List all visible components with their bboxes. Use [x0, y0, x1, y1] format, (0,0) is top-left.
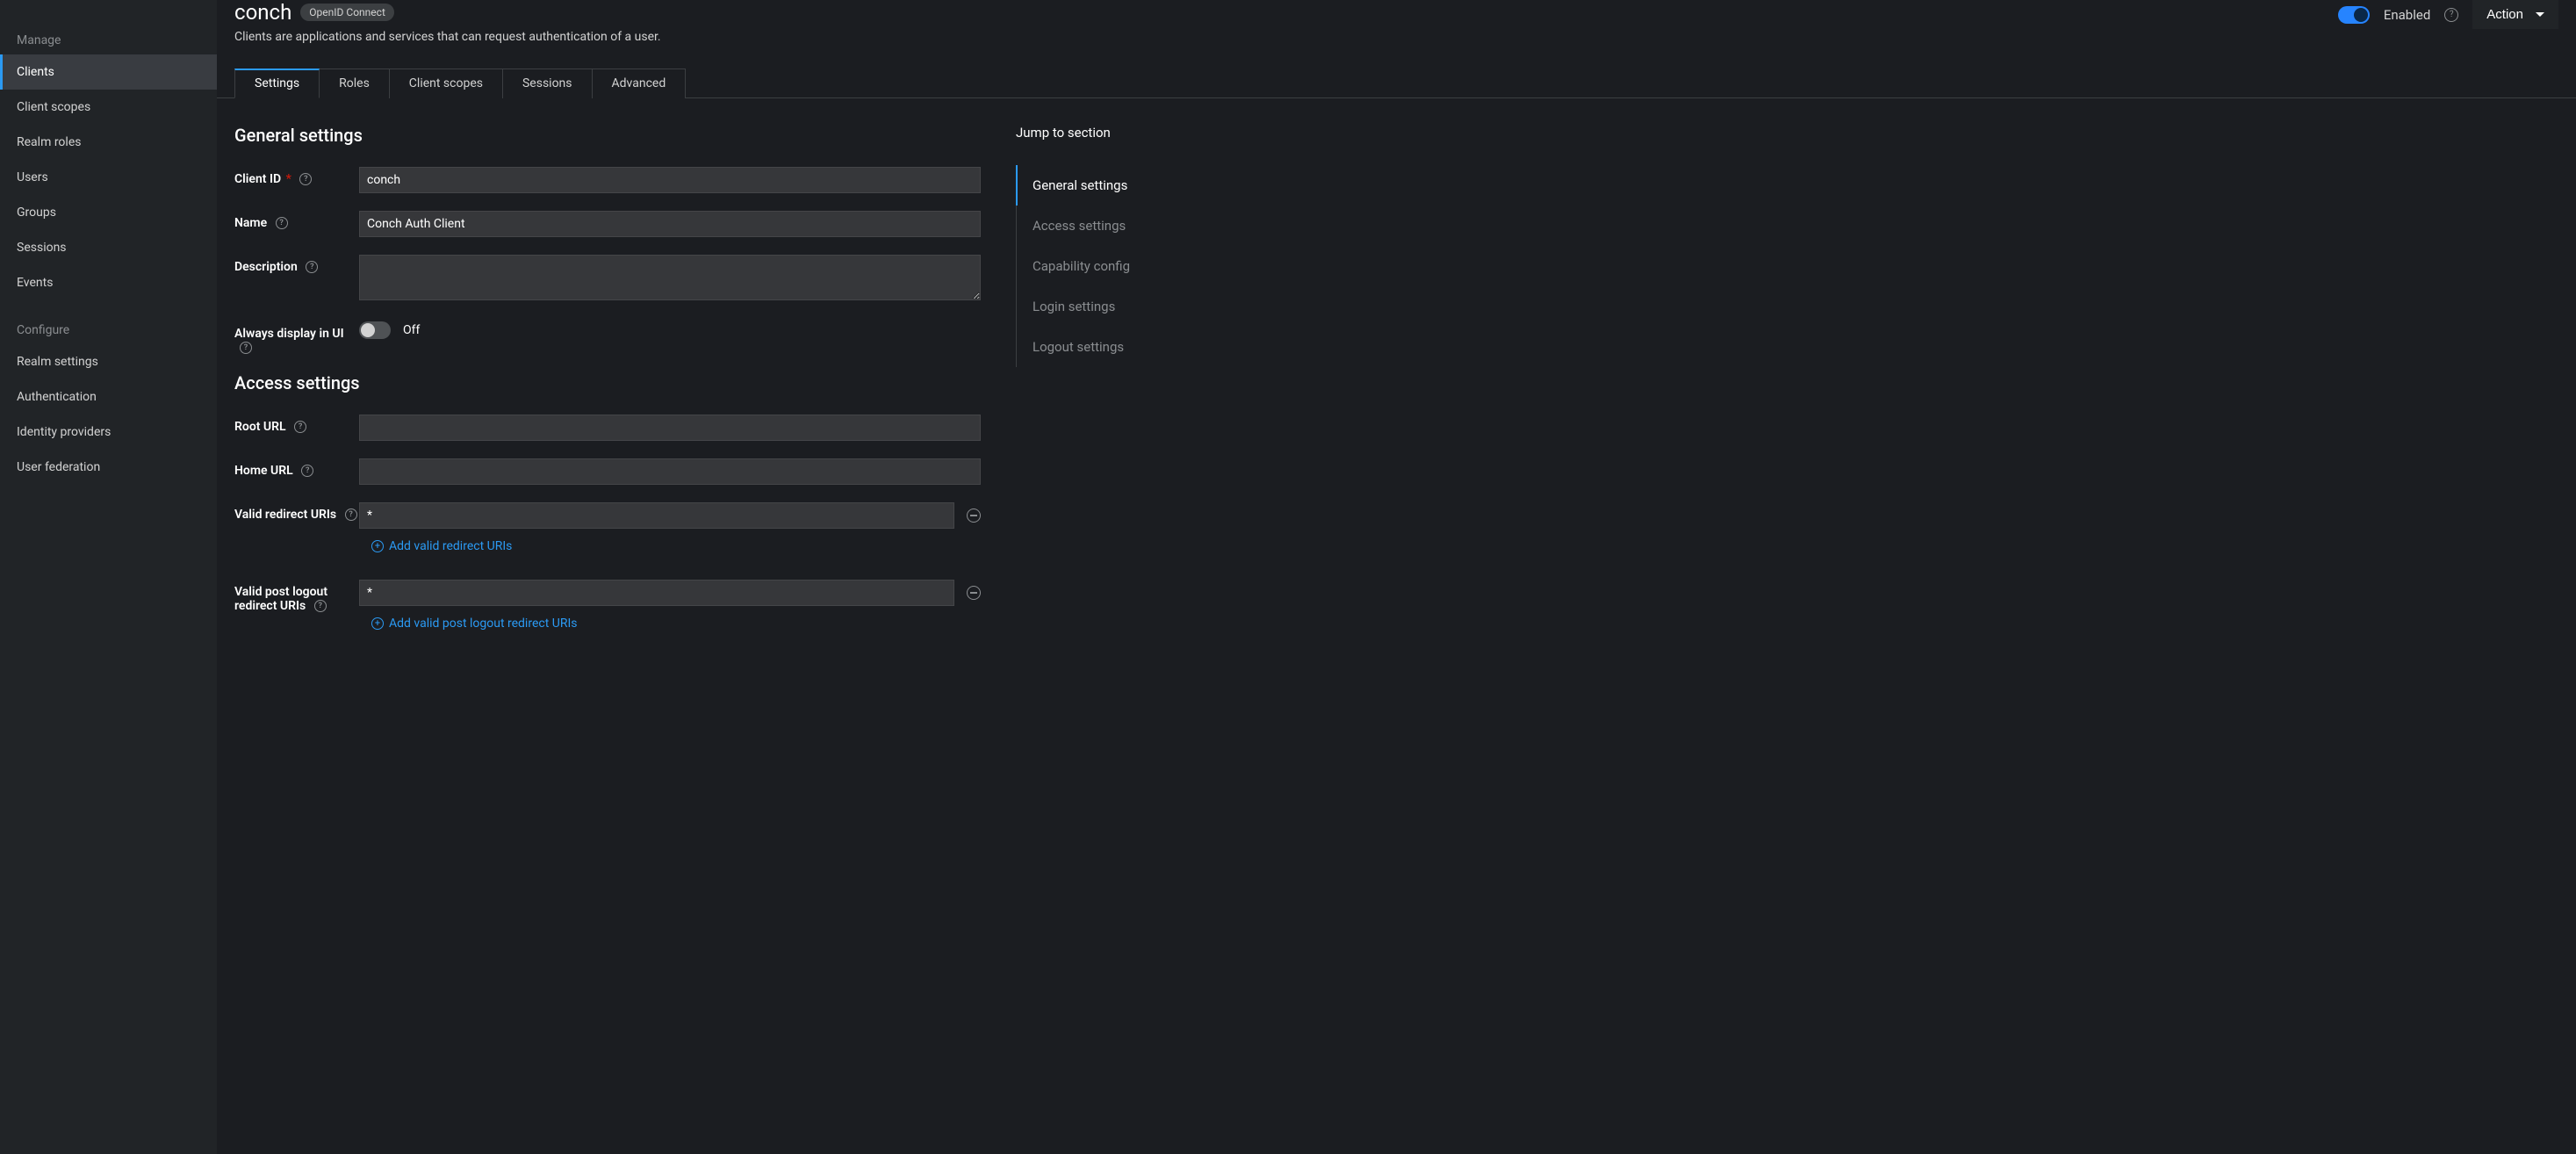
help-icon-client-id[interactable]: ?	[299, 173, 312, 185]
jump-nav: Jump to section General settings Access …	[1016, 125, 1146, 1154]
required-indicator: *	[283, 172, 291, 186]
tab-client-scopes[interactable]: Client scopes	[390, 69, 503, 98]
client-subtitle: Clients are applications and services th…	[234, 30, 661, 44]
page-header: conch OpenID Connect Clients are applica…	[217, 0, 2576, 44]
label-root-url: Root URL ?	[234, 415, 359, 434]
section-access-title: Access settings	[234, 372, 981, 393]
help-icon-description[interactable]: ?	[306, 261, 318, 273]
label-redirect-uris: Valid redirect URIs ?	[234, 502, 359, 522]
add-redirect-uri-label: Add valid redirect URIs	[389, 539, 512, 553]
enabled-toggle[interactable]	[2338, 6, 2370, 24]
tab-settings[interactable]: Settings	[234, 69, 320, 98]
label-name: Name ?	[234, 211, 359, 230]
add-post-logout-uri-link[interactable]: Add valid post logout redirect URIs	[359, 617, 578, 631]
sidebar-section-manage: Manage	[0, 26, 217, 54]
plus-circle-icon	[371, 540, 384, 552]
protocol-badge: OpenID Connect	[300, 4, 394, 21]
sidebar-item-events[interactable]: Events	[0, 265, 217, 300]
tab-advanced[interactable]: Advanced	[593, 69, 687, 98]
section-general-title: General settings	[234, 125, 981, 146]
sidebar-item-client-scopes[interactable]: Client scopes	[0, 90, 217, 125]
label-home-url: Home URL ?	[234, 458, 359, 478]
enabled-label: Enabled	[2384, 7, 2430, 23]
jump-login-settings[interactable]: Login settings	[1017, 286, 1146, 327]
tab-roles[interactable]: Roles	[320, 69, 390, 98]
input-name[interactable]	[359, 211, 981, 237]
jump-access-settings[interactable]: Access settings	[1017, 206, 1146, 246]
help-icon-always-display[interactable]: ?	[240, 342, 252, 354]
sidebar-item-authentication[interactable]: Authentication	[0, 379, 217, 415]
input-root-url[interactable]	[359, 415, 981, 441]
help-icon-post-logout-uris[interactable]: ?	[314, 600, 327, 612]
main: conch OpenID Connect Clients are applica…	[217, 0, 2576, 1154]
action-label: Action	[2486, 7, 2523, 22]
input-redirect-uri-0[interactable]	[359, 502, 954, 529]
help-icon-redirect-uris[interactable]: ?	[345, 508, 357, 521]
jump-general-settings[interactable]: General settings	[1016, 165, 1146, 206]
label-description: Description ?	[234, 255, 359, 274]
sidebar-item-groups[interactable]: Groups	[0, 195, 217, 230]
input-client-id[interactable]	[359, 167, 981, 193]
input-post-logout-uri-0[interactable]	[359, 580, 954, 606]
jump-capability-config[interactable]: Capability config	[1017, 246, 1146, 286]
tab-sessions[interactable]: Sessions	[503, 69, 593, 98]
add-redirect-uri-link[interactable]: Add valid redirect URIs	[359, 539, 512, 553]
client-title: conch	[234, 0, 291, 25]
sidebar-item-realm-settings[interactable]: Realm settings	[0, 344, 217, 379]
remove-redirect-uri-0[interactable]	[967, 508, 981, 523]
toggle-always-display-state: Off	[403, 323, 420, 337]
help-icon[interactable]: ?	[2444, 8, 2458, 22]
jump-nav-title: Jump to section	[1016, 125, 1146, 141]
help-icon-root-url[interactable]: ?	[294, 421, 306, 433]
remove-post-logout-uri-0[interactable]	[967, 586, 981, 600]
add-post-logout-uri-label: Add valid post logout redirect URIs	[389, 617, 578, 631]
plus-circle-icon	[371, 617, 384, 630]
label-always-display: Always display in UI ?	[234, 321, 359, 355]
sidebar-item-clients[interactable]: Clients	[0, 54, 217, 90]
sidebar-item-users[interactable]: Users	[0, 160, 217, 195]
action-dropdown[interactable]: Action	[2472, 0, 2558, 29]
caret-down-icon	[2536, 12, 2544, 17]
tabs: Settings Roles Client scopes Sessions Ad…	[217, 69, 2576, 98]
toggle-always-display[interactable]	[359, 321, 391, 339]
form-area: General settings Client ID * ? Name ?	[234, 125, 981, 1154]
sidebar: Manage Clients Client scopes Realm roles…	[0, 0, 217, 1154]
sidebar-item-user-federation[interactable]: User federation	[0, 450, 217, 485]
label-client-id: Client ID * ?	[234, 167, 359, 186]
input-description[interactable]	[359, 255, 981, 300]
sidebar-item-realm-roles[interactable]: Realm roles	[0, 125, 217, 160]
input-home-url[interactable]	[359, 458, 981, 485]
label-post-logout-uris: Valid post logout redirect URIs ?	[234, 580, 359, 613]
help-icon-home-url[interactable]: ?	[301, 465, 313, 477]
sidebar-item-sessions[interactable]: Sessions	[0, 230, 217, 265]
help-icon-name[interactable]: ?	[276, 217, 288, 229]
sidebar-search-underline	[17, 0, 200, 1]
jump-logout-settings[interactable]: Logout settings	[1017, 327, 1146, 367]
sidebar-item-identity-providers[interactable]: Identity providers	[0, 415, 217, 450]
sidebar-section-configure: Configure	[0, 316, 217, 344]
